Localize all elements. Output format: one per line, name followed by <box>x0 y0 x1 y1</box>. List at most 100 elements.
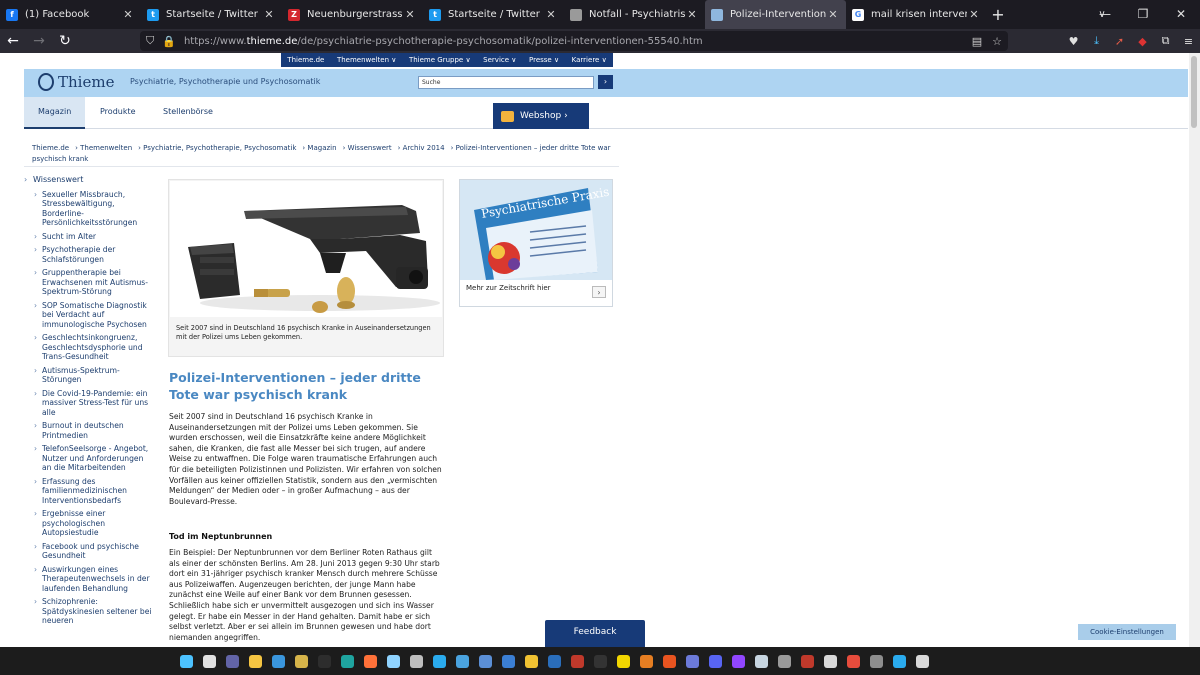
webshop-button[interactable]: Webshop › <box>493 103 589 129</box>
calendar-icon[interactable] <box>912 652 933 670</box>
tab-close-icon[interactable]: ✕ <box>826 8 840 21</box>
save-icon[interactable] <box>682 652 703 670</box>
browser-tab[interactable]: Polizei-Interventionen – jeder d✕ <box>705 0 846 29</box>
browser-tab[interactable]: Notfall - Psychiatrische Dienste✕ <box>564 0 705 29</box>
sidebar-item[interactable]: Facebook und psychische Gesundheit <box>24 542 154 561</box>
live-yellow-icon[interactable] <box>613 652 634 670</box>
tab-close-icon[interactable]: ✕ <box>685 8 699 21</box>
tab-close-icon[interactable]: ✕ <box>262 8 276 21</box>
camera-icon[interactable] <box>475 652 496 670</box>
r-icon[interactable] <box>544 652 565 670</box>
journal-ad[interactable]: Psychiatrische Praxis Mehr zur Zeitschri… <box>459 179 613 307</box>
maximize-icon[interactable]: ❐ <box>1124 0 1162 29</box>
new-tab-icon[interactable]: + <box>987 0 1009 29</box>
red-app-icon[interactable] <box>797 652 818 670</box>
tab-stellenboerse[interactable]: Stellenbörse <box>149 97 227 129</box>
shield-icon[interactable]: ⛉ <box>146 34 154 48</box>
reload-icon[interactable]: ↻ <box>52 33 78 49</box>
lock-icon[interactable]: 🔒 <box>162 35 176 48</box>
tab-close-icon[interactable]: ✕ <box>403 8 417 21</box>
reader-view-icon[interactable]: ▤ <box>972 35 982 48</box>
top-nav-item[interactable]: Service ∨ <box>483 56 516 64</box>
sidebar-item[interactable]: Autismus-Spektrum-Störungen <box>24 366 154 385</box>
teams-icon[interactable] <box>222 652 243 670</box>
sidebar-item[interactable]: Psychotherapie der Schlafstörungen <box>24 245 154 264</box>
pen-icon[interactable] <box>291 652 312 670</box>
windows-start-icon[interactable] <box>176 652 197 670</box>
breadcrumb-item[interactable]: › Archiv 2014 <box>398 144 445 152</box>
tab-close-icon[interactable]: ✕ <box>121 8 135 21</box>
url-text[interactable]: https://www.thieme.de/de/psychiatrie-psy… <box>184 36 962 47</box>
pocket-icon[interactable]: ♥ <box>1062 35 1085 48</box>
gauge-icon[interactable] <box>774 652 795 670</box>
printer-icon[interactable] <box>866 652 887 670</box>
top-nav-item[interactable]: Presse ∨ <box>529 56 559 64</box>
sidebar-item[interactable]: Burnout in deutschen Printmedien <box>24 421 154 440</box>
grid-icon[interactable] <box>820 652 841 670</box>
sidebar-heading[interactable]: Wissenswert <box>24 175 154 185</box>
file-explorer-icon[interactable] <box>245 652 266 670</box>
bluetooth-icon[interactable] <box>498 652 519 670</box>
browser-tab[interactable]: t Startseite / Twitter ✕ <box>423 0 564 29</box>
browser-tab[interactable]: f (1) Facebook ✕ <box>0 0 141 29</box>
browser-tab[interactable]: Z Neuenburgerstrasse& Custom✕ <box>282 0 423 29</box>
terminal-icon[interactable] <box>314 652 335 670</box>
search-input[interactable]: Suche <box>418 76 594 89</box>
ubuntu-icon[interactable] <box>659 652 680 670</box>
scrollbar[interactable] <box>1189 53 1200 647</box>
sidebar-item[interactable]: TelefonSeelsorge - Angebot, Nutzer und A… <box>24 444 154 473</box>
sidebar-item[interactable]: Ergebnisse einer psychologischen Autopsi… <box>24 509 154 538</box>
top-nav-item[interactable]: Thieme.de <box>287 56 324 64</box>
discord-icon[interactable] <box>705 652 726 670</box>
sidebar-item[interactable]: Erfassung des familienmedizinischen Inte… <box>24 477 154 506</box>
sidebar-item[interactable]: Sexueller Missbrauch, Stressbewältigung,… <box>24 190 154 228</box>
news-icon[interactable] <box>567 652 588 670</box>
top-nav-item[interactable]: Themenwelten ∨ <box>337 56 396 64</box>
tab-magazin[interactable]: Magazin <box>24 97 86 129</box>
breadcrumb-item[interactable]: › Psychiatrie, Psychotherapie, Psychosom… <box>138 144 296 152</box>
task-view-icon[interactable] <box>199 652 220 670</box>
address-bar[interactable]: ⛉ 🔒 https://www.thieme.de/de/psychiatrie… <box>140 31 1008 51</box>
telegram-badge-icon[interactable] <box>889 652 910 670</box>
sidebar-item[interactable]: Geschlechtsinkongruenz, Geschlechtsdysph… <box>24 333 154 362</box>
breadcrumb-item[interactable]: › Magazin <box>302 144 336 152</box>
sidebar-item[interactable]: Auswirkungen eines Therapeutenwechsels i… <box>24 565 154 594</box>
breadcrumb-item[interactable]: › Themenwelten <box>75 144 132 152</box>
sidebar-item[interactable]: SOP Somatische Diagnostik bei Verdacht a… <box>24 301 154 330</box>
journal-ad-text[interactable]: Mehr zur Zeitschrift hier <box>466 284 551 292</box>
tab-produkte[interactable]: Produkte <box>86 97 150 129</box>
weather-icon[interactable] <box>383 652 404 670</box>
tab-close-icon[interactable]: ✕ <box>967 8 981 21</box>
thieme-logo[interactable]: Thieme <box>38 73 114 91</box>
feedback-button[interactable]: Feedback <box>545 620 645 647</box>
close-window-icon[interactable]: ✕ <box>1162 0 1200 29</box>
forward-icon[interactable]: → <box>26 33 52 49</box>
breadcrumb-item[interactable]: › Wissenswert <box>343 144 392 152</box>
cookie-settings-button[interactable]: Cookie-Einstellungen <box>1078 624 1176 640</box>
git-icon[interactable] <box>521 652 542 670</box>
bookmark-star-icon[interactable]: ☆ <box>992 35 1002 48</box>
extensions-icon[interactable]: ⧉ <box>1154 34 1177 48</box>
chat-icon[interactable] <box>452 652 473 670</box>
menu-icon[interactable]: ≡ <box>1177 35 1200 48</box>
minimize-icon[interactable]: — <box>1086 0 1124 29</box>
sidebar-item[interactable]: Gruppentherapie bei Erwachsenen mit Auti… <box>24 268 154 297</box>
sidebar-item[interactable]: Schizophrenie: Spätdyskinesien seltener … <box>24 597 154 626</box>
journal-ad-arrow-button[interactable]: › <box>592 286 606 298</box>
breadcrumb-item[interactable]: Thieme.de <box>32 144 69 152</box>
extension-arrow-icon[interactable]: ➚ <box>1108 35 1131 48</box>
downloads-icon[interactable]: ⤓ <box>1085 34 1108 48</box>
arrow-app-icon[interactable] <box>843 652 864 670</box>
store-icon[interactable] <box>268 652 289 670</box>
tab-close-icon[interactable]: ✕ <box>544 8 558 21</box>
scrollbar-thumb[interactable] <box>1191 56 1197 128</box>
sidebar-item[interactable]: Sucht im Alter <box>24 232 154 242</box>
edge-icon[interactable] <box>337 652 358 670</box>
top-nav-item[interactable]: Thieme Gruppe ∨ <box>409 56 471 64</box>
sidebar-item[interactable]: Die Covid-19-Pandemie: ein massiver Stre… <box>24 389 154 418</box>
twitch-icon[interactable] <box>728 652 749 670</box>
search-button[interactable]: › <box>598 75 613 89</box>
telegram-icon[interactable] <box>429 652 450 670</box>
extension-badge-icon[interactable]: ◆ <box>1131 35 1154 48</box>
browser-tab[interactable]: Gmail krisen intervention - Goog✕ <box>846 0 987 29</box>
